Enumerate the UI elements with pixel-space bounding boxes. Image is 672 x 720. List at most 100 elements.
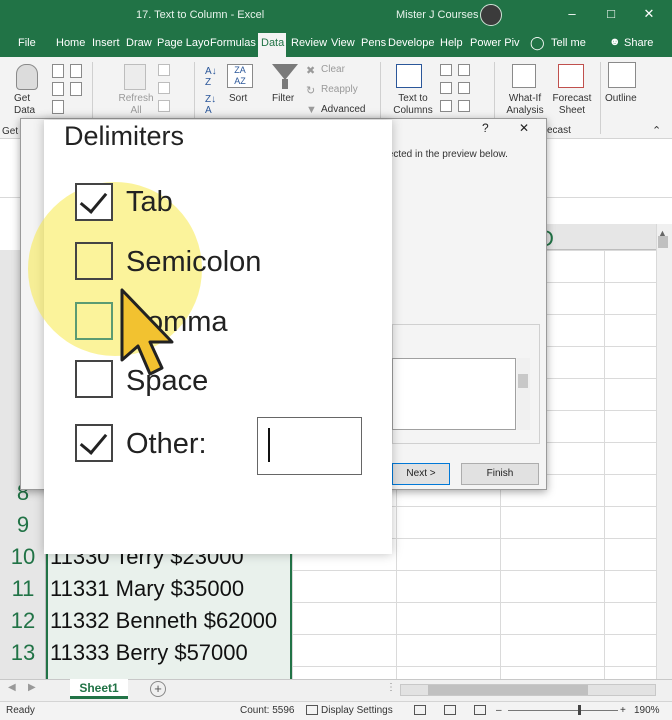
space-checkbox[interactable] [75,360,113,398]
flash-fill-icon[interactable] [440,64,452,76]
tab-review[interactable]: Review [291,37,327,49]
tab-developer[interactable]: Develope [388,37,434,49]
tab-checkbox[interactable] [75,183,113,221]
from-table-icon[interactable] [52,100,64,114]
clear-button[interactable]: Clear [321,64,345,75]
reapply-button[interactable]: Reapply [321,84,358,95]
zoom-slider[interactable] [508,710,618,711]
text-caret [268,428,270,462]
restore-button[interactable]: □ [599,6,623,21]
close-window-button[interactable]: ✕ [637,6,661,22]
share-button[interactable]: Share [624,37,653,49]
get-data-button[interactable]: Get Data [14,93,44,117]
text-to-columns-button[interactable]: Text to Columns [391,93,435,117]
tab-home[interactable]: Home [56,37,85,49]
filter-button[interactable]: Filter [272,93,294,104]
dialog-close-button[interactable]: ✕ [519,121,529,135]
filter-icon-stem [282,79,288,89]
tab-label[interactable]: Tab [126,186,173,219]
zoom-slider-thumb[interactable] [578,705,581,715]
semicolon-checkbox[interactable] [75,242,113,280]
forecast-sheet-button[interactable]: Forecast Sheet [550,93,594,117]
tab-view[interactable]: View [331,37,355,49]
sort-button[interactable]: Sort [229,93,247,104]
collapse-ribbon-icon[interactable]: ⌃ [652,124,661,137]
normal-view-icon[interactable] [414,705,426,715]
tab-split-handle[interactable]: ⋮ [386,682,396,693]
minimize-button[interactable]: – [560,6,584,21]
vertical-scrollbar[interactable] [656,224,672,680]
display-settings-button[interactable]: Display Settings [321,705,393,716]
other-label[interactable]: Other: [126,428,207,461]
refresh-all-button[interactable]: Refresh All [116,93,156,117]
finish-button[interactable]: Finish [461,463,539,485]
tab-draw[interactable]: Draw [126,37,152,49]
tab-insert[interactable]: Insert [92,37,120,49]
status-count: Count: 5596 [240,705,295,716]
relationships-icon[interactable] [440,100,452,112]
edit-links-icon[interactable] [158,100,170,112]
preview-vscroll-thumb[interactable] [518,374,528,388]
display-settings-icon [306,705,318,715]
advanced-button[interactable]: Advanced [321,104,365,115]
tab-scroll-left-icon[interactable]: ◀ [8,682,16,693]
tab-file[interactable]: File [18,37,36,49]
data-validation-icon[interactable] [440,82,452,94]
from-web-icon[interactable] [52,82,64,96]
add-sheet-button[interactable]: + [150,681,166,697]
sort-za-icon[interactable]: Z↓ A [205,94,216,116]
tab-data[interactable]: Data [261,37,284,49]
row-number[interactable]: 12 [0,608,46,634]
consolidate-icon[interactable] [458,82,470,94]
manage-data-model-icon[interactable] [458,100,470,112]
status-ready: Ready [6,705,35,716]
avatar[interactable] [480,4,502,26]
queries-icon[interactable] [158,64,170,76]
horizontal-scroll-thumb[interactable] [428,685,588,695]
other-delimiter-input[interactable] [257,417,362,475]
row-number[interactable]: 10 [0,544,46,570]
zoom-level[interactable]: 190% [634,705,660,716]
from-text-icon[interactable] [52,64,64,78]
cell-a12[interactable]: 11332 Benneth $62000 [50,608,277,634]
tab-scroll-right-icon[interactable]: ▶ [28,682,36,693]
sort-az-icon[interactable]: A↓ Z [205,66,217,88]
tab-pens[interactable]: Pens [361,37,386,49]
zoom-out-button[interactable]: – [496,705,502,716]
filter-icon [272,64,298,80]
recent-sources-icon[interactable] [70,64,82,78]
comma-checkbox[interactable] [75,302,113,340]
page-break-view-icon[interactable] [474,705,486,715]
existing-connections-icon[interactable] [70,82,82,96]
outline-icon [608,62,636,88]
preview-vscroll[interactable] [517,358,530,430]
scroll-thumb[interactable] [658,236,668,248]
sheet-tab-sheet1[interactable]: Sheet1 [70,679,128,699]
tell-me-search[interactable]: Tell me [551,37,586,49]
row-number[interactable]: 11 [0,576,46,602]
cell-a11[interactable]: 11331 Mary $35000 [50,576,244,602]
what-if-analysis-button[interactable]: What-If Analysis [505,93,545,117]
tab-page-layout[interactable]: Page Layo [157,37,210,49]
next-button[interactable]: Next > [392,463,450,485]
database-icon [16,64,38,90]
other-checkbox[interactable] [75,424,113,462]
properties-icon[interactable] [158,82,170,94]
page-layout-view-icon[interactable] [444,705,456,715]
remove-duplicates-icon[interactable] [458,64,470,76]
group-get-label: Get [2,126,19,137]
cell-a13[interactable]: 11333 Berry $57000 [50,640,248,666]
mouse-pointer-icon [120,288,174,376]
dialog-help-button[interactable]: ? [482,121,489,135]
lightbulb-icon: ◯ [530,35,545,50]
semicolon-label[interactable]: Semicolon [126,246,261,279]
row-number[interactable]: 9 [0,512,46,538]
tab-formulas[interactable]: Formulas [210,37,256,49]
tab-help[interactable]: Help [440,37,463,49]
outline-button[interactable]: Outline [605,93,637,104]
zoom-in-button[interactable]: + [620,705,626,716]
data-preview[interactable] [392,358,516,430]
row-number[interactable]: 13 [0,640,46,666]
tab-power-pivot[interactable]: Power Piv [470,37,520,49]
window-title: 17. Text to Column - Excel [136,9,265,21]
